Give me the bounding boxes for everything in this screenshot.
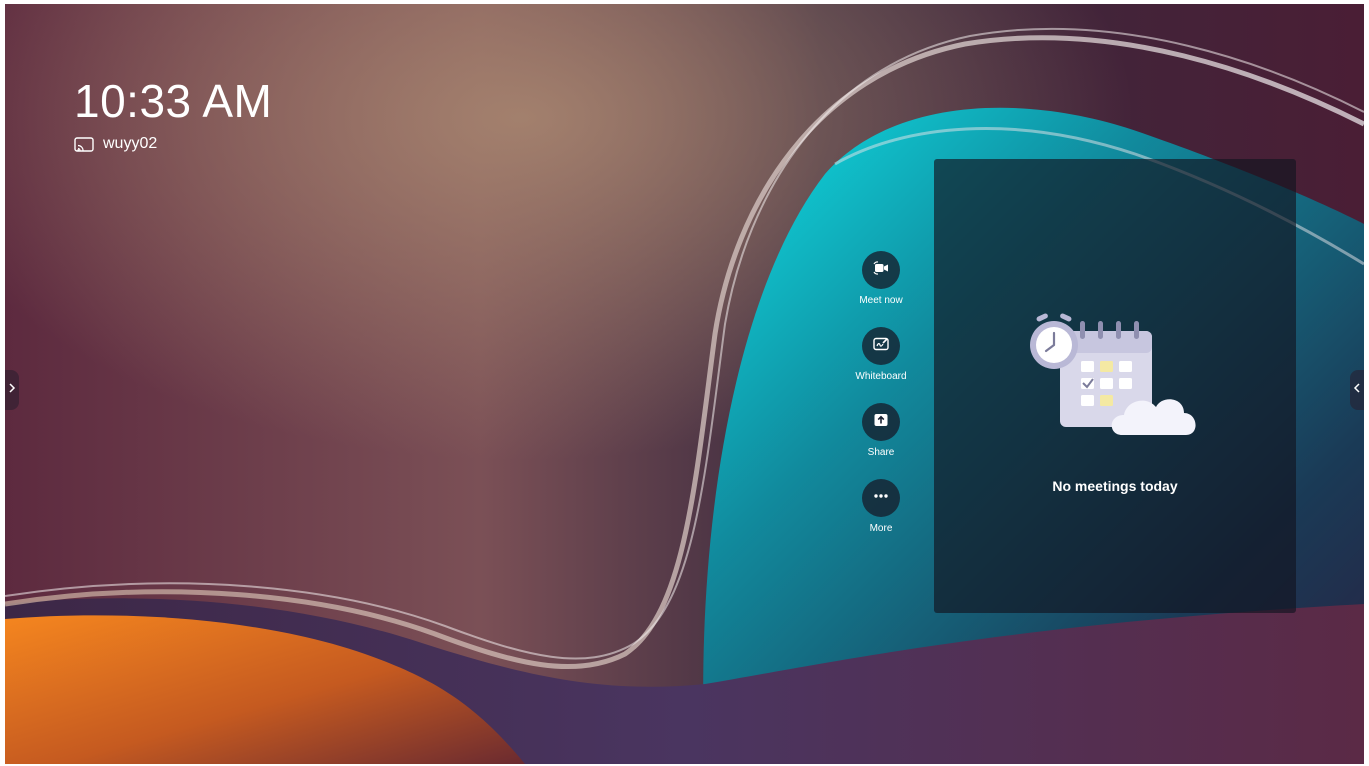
- right-edge-expand-handle[interactable]: [1350, 370, 1364, 410]
- video-camera-icon: [871, 258, 891, 283]
- cast-icon: [74, 136, 94, 152]
- more-dots-icon: [871, 486, 891, 511]
- device-name: wuyy02: [103, 135, 158, 152]
- whiteboard-button[interactable]: Whiteboard: [841, 327, 921, 382]
- no-meetings-message: No meetings today: [1052, 478, 1178, 494]
- share-button[interactable]: Share: [841, 403, 921, 458]
- calendar-panel: No meetings today: [934, 159, 1296, 613]
- whiteboard-pen-icon: [871, 334, 891, 359]
- device-name-row: wuyy02: [74, 135, 157, 153]
- clock-time: 10:33 AM: [74, 75, 273, 127]
- calendar-clock-cloud-illustration: [1026, 309, 1206, 444]
- chevron-left-icon: [1353, 381, 1361, 399]
- whiteboard-label: Whiteboard: [855, 371, 907, 382]
- chevron-right-icon: [8, 381, 16, 399]
- more-button[interactable]: More: [841, 479, 921, 534]
- share-label: Share: [867, 447, 895, 458]
- more-label: More: [869, 523, 893, 534]
- meet-now-button[interactable]: Meet now: [841, 251, 921, 306]
- share-upload-icon: [871, 410, 891, 435]
- meet-now-label: Meet now: [859, 295, 903, 306]
- home-screen: 10:33 AM wuyy02 Meet now Whiteboard Shar…: [5, 4, 1364, 764]
- left-edge-expand-handle[interactable]: [5, 370, 19, 410]
